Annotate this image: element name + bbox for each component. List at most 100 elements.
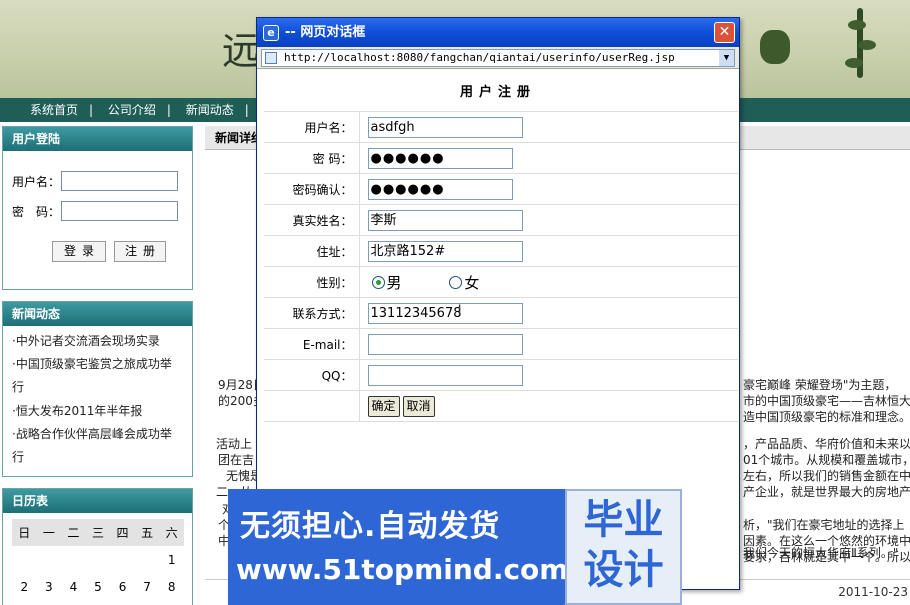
day-cell[interactable] [135,546,160,573]
banner-decoration [845,58,863,68]
article-line: 析，"我们在豪宅地址的选择上 [743,518,905,532]
gender-label: 性别： [264,266,360,298]
url-field[interactable]: http://localhost:8080/fangchan/qiantai/u… [261,49,735,67]
banner-decoration [858,40,876,50]
day-cell[interactable] [37,546,62,573]
day-cell[interactable] [12,546,37,573]
real-name-input[interactable]: 李斯 [367,209,523,231]
nav-news[interactable]: 新闻动态 [186,98,234,122]
article-line: 我们今天的恒大华府Ⅱ系列。" [743,546,899,560]
day-cell[interactable]: 1 [159,546,184,573]
password-confirm-input[interactable]: ●●●●●● [367,178,513,200]
phone-label: 联系方式： [264,297,360,329]
actions-spacer [264,390,360,422]
ad-badge: 毕业 设计 [565,489,682,605]
browser-icon: e [263,24,279,41]
login-button[interactable]: 登录 [52,241,106,262]
news-item-text: ·恒大发布2011年半年报 [12,404,143,418]
nav-home[interactable]: 系统首页 [30,98,78,122]
day-cell[interactable]: 4 [61,573,86,600]
password-confirm-label: 密码确认： [264,173,360,205]
gender-female-label: 女 [464,273,480,292]
gender-female-radio[interactable] [449,275,463,289]
chevron-down-icon[interactable]: ▼ [719,50,734,66]
text-cursor-icon: I [457,303,462,319]
address-input[interactable]: 北京路152# [367,240,523,262]
weekday-cell: 五 [134,519,160,546]
article-line: 活动上 [216,437,253,451]
day-cell[interactable]: 2 [12,573,37,600]
day-cell[interactable]: 3 [37,573,62,600]
article-line: ，产品品质、华府价值和未来以 [743,437,910,451]
calendar-week-row: 1 [12,546,184,573]
news-item[interactable]: ·战略合作伙伴高层峰会成功举 行 [12,423,184,469]
day-cell[interactable] [86,546,111,573]
confirm-button[interactable]: 确定 [367,395,400,417]
registration-form: 用户名： asdfgh 密 码： ●●●●●● 密码确认： ●●●●●● 真实姓… [264,111,738,422]
username-label: 用户名： [264,111,360,143]
form-row-qq: QQ： [264,359,738,391]
username-label: 用户名： [12,175,61,189]
news-item[interactable]: ·恒大发布2011年半年报 [12,400,184,423]
news-item-text: ·战略合作伙伴高层峰会成功举 [12,427,172,441]
weekday-cell: 三 [85,519,111,546]
day-cell[interactable] [110,546,135,573]
form-row-real-name: 真实姓名： 李斯 [264,204,738,236]
form-row-gender: 性别： 男 女 [264,266,738,298]
calendar-panel: 日历表 日 一 二 三 四 五 六 1 2 3 4 5 6 7 8 [2,488,193,605]
news-item-text: 行 [12,450,25,464]
qq-input[interactable] [367,364,523,386]
form-row-actions: 确定 取消 [264,390,738,422]
password-label: 密 码： [12,205,61,219]
day-cell[interactable]: 6 [110,573,135,600]
weekday-cell: 一 [36,519,62,546]
article-line: 豪宅巅峰 荣耀登场"为主题， [743,378,897,392]
password-input[interactable]: ●●●●●● [367,147,513,169]
news-item[interactable]: ·中国顶级豪宅鉴赏之旅成功举 行 [12,353,184,399]
email-label: E-mail： [264,328,360,360]
ad-badge-line1: 毕业 [583,497,664,543]
nav-separator: | [244,103,249,117]
username-input[interactable]: asdfgh [367,116,523,138]
weekday-cell: 二 [61,519,86,546]
register-button[interactable]: 注册 [114,241,166,262]
form-row-email: E-mail： [264,328,738,360]
real-name-label: 真实姓名： [264,204,360,236]
news-panel: 新闻动态 ·中外记者交流酒会现场实录 ·中国顶级豪宅鉴赏之旅成功举 行 ·恒大发… [2,301,193,477]
form-row-address: 住址： 北京路152# [264,235,738,267]
calendar-panel-title: 日历表 [3,489,192,513]
address-label: 住址： [264,235,360,267]
day-cell[interactable] [61,546,86,573]
gender-male-radio[interactable] [371,275,385,289]
news-item-text: ·中外记者交流酒会现场实录 [12,334,160,348]
email-input[interactable] [367,333,523,355]
form-row-phone: 联系方式： 13112345678 I [264,297,738,329]
phone-input[interactable]: 13112345678 [367,302,523,324]
calendar-weekday-row: 日 一 二 三 四 五 六 [12,519,184,546]
url-text: http://localhost:8080/fangchan/qiantai/u… [284,51,675,64]
login-panel-title: 用户登陆 [3,127,192,151]
nav-separator: | [166,103,171,117]
dialog-address-bar: http://localhost:8080/fangchan/qiantai/u… [257,47,739,69]
weekday-cell: 六 [159,519,184,546]
login-username-input[interactable] [61,171,178,191]
news-item[interactable]: ·中外记者交流酒会现场实录 [12,330,184,353]
article-line: 造中国顶级豪宅的标准和理念。 [743,410,910,424]
login-panel: 用户登陆 用户名： 密 码： 登录 注册 [2,126,193,290]
calendar-table: 日 一 二 三 四 五 六 1 2 3 4 5 6 7 8 [12,519,184,600]
form-row-username: 用户名： asdfgh [264,111,738,143]
cancel-button[interactable]: 取消 [402,395,435,417]
article-line: 左右，所以我们的销售金额在中国 [743,469,910,483]
close-icon[interactable]: ✕ [714,22,735,43]
day-cell[interactable]: 5 [86,573,111,600]
dialog-titlebar[interactable]: e -- 网页对话框 ✕ [257,18,739,47]
form-row-password: 密 码： ●●●●●● [264,142,738,174]
nav-company[interactable]: 公司介绍 [108,98,156,122]
qq-label: QQ： [264,359,360,391]
gender-male-label: 男 [386,273,402,292]
day-cell[interactable]: 8 [159,573,184,600]
banner-decoration [848,20,866,30]
day-cell[interactable]: 7 [135,573,160,600]
login-password-input[interactable] [61,201,178,221]
form-title: 用户注册 [459,85,536,100]
